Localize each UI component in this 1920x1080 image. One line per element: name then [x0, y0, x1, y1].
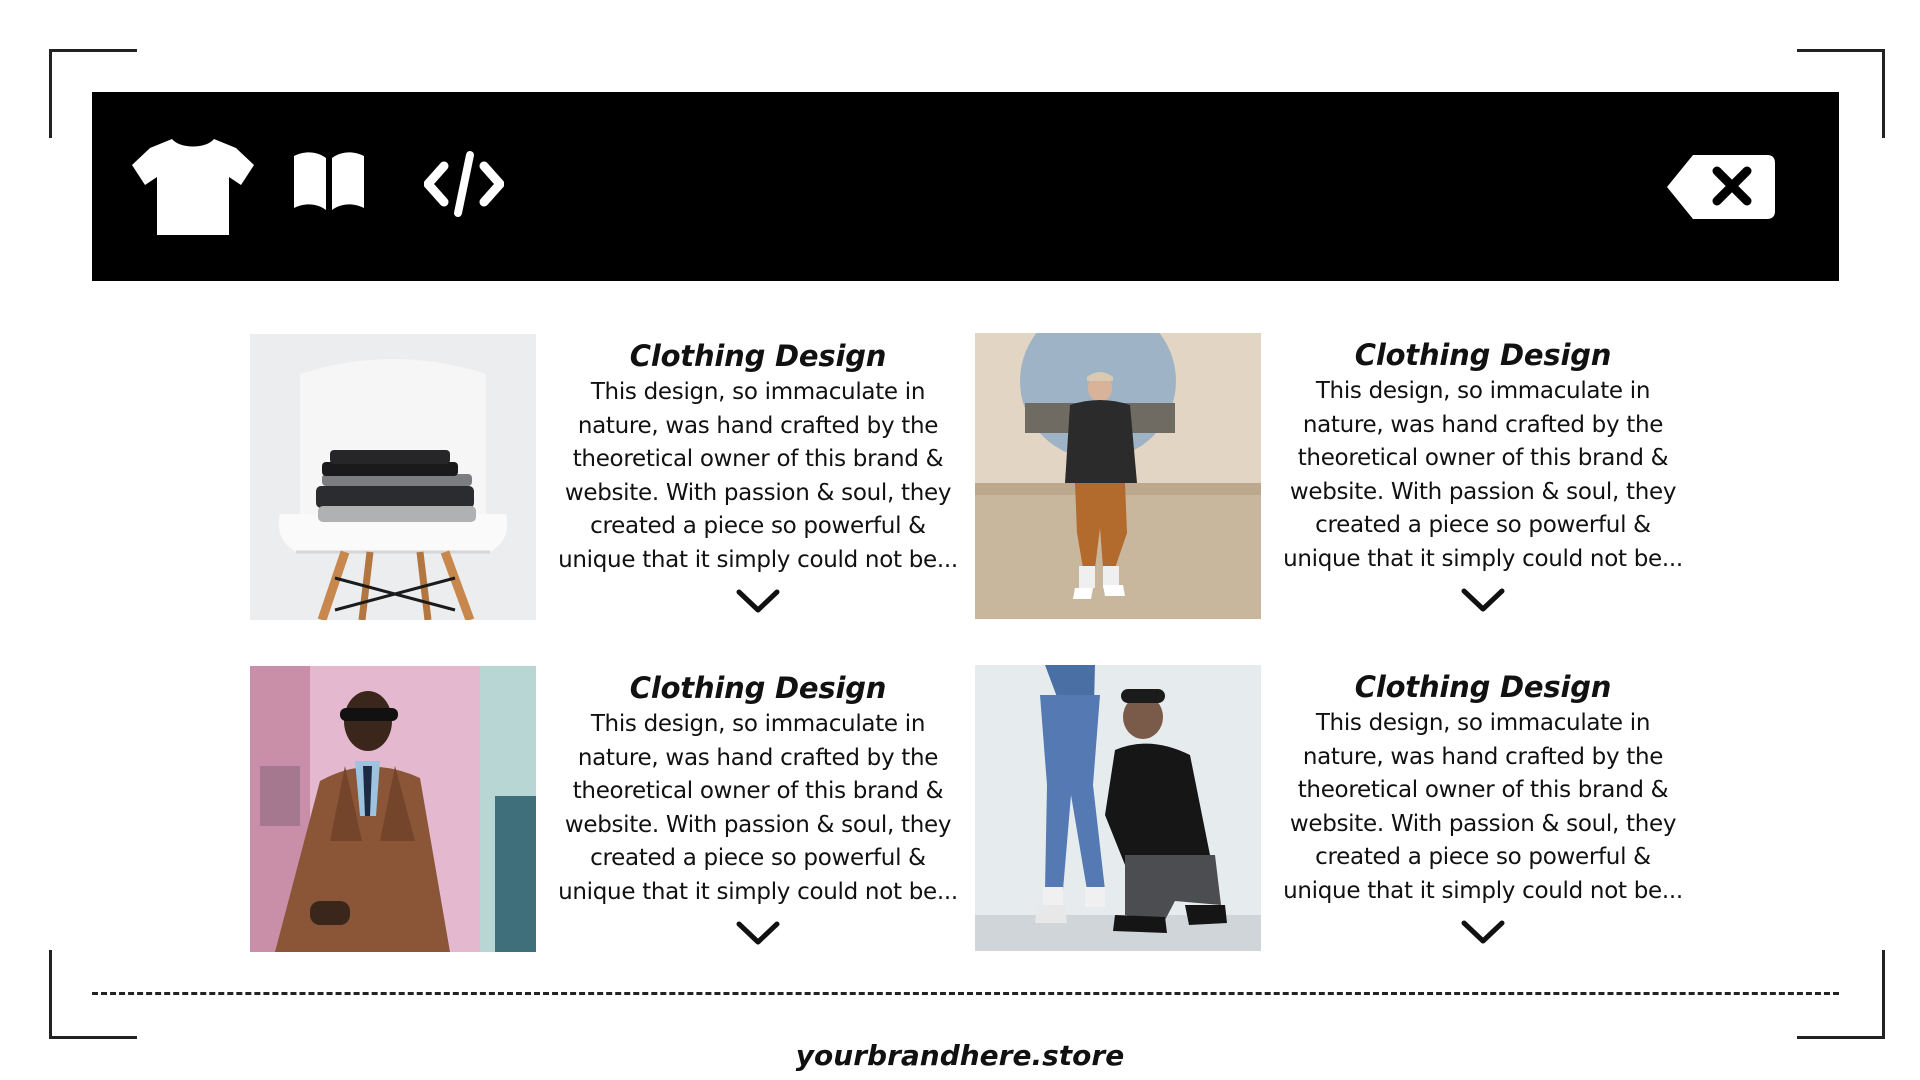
product-card: Clothing Design This design, so immacula… — [250, 666, 966, 952]
product-image[interactable] — [250, 666, 536, 952]
card-description: This design, so immaculate in nature, wa… — [558, 379, 958, 573]
top-toolbar — [92, 92, 1839, 281]
product-card: Clothing Design This design, so immacula… — [250, 334, 966, 620]
product-image[interactable] — [975, 665, 1261, 951]
chevron-down-icon[interactable] — [1460, 918, 1506, 946]
footer-site-link[interactable]: yourbrandhere.store — [0, 1038, 1920, 1074]
code-icon[interactable] — [424, 150, 504, 218]
product-card: Clothing Design This design, so immacula… — [975, 333, 1691, 619]
backspace-close-icon[interactable] — [1665, 153, 1777, 221]
chevron-down-icon[interactable] — [735, 919, 781, 947]
product-image[interactable] — [975, 333, 1261, 619]
footer-divider — [92, 992, 1839, 995]
card-description: This design, so immaculate in nature, wa… — [558, 711, 958, 905]
card-title: Clothing Design — [1354, 338, 1612, 372]
t-shirt-icon[interactable] — [132, 135, 254, 235]
card-title: Clothing Design — [629, 339, 887, 373]
card-description: This design, so immaculate in nature, wa… — [1283, 710, 1683, 904]
card-title: Clothing Design — [629, 671, 887, 705]
book-icon[interactable] — [292, 150, 366, 212]
product-image[interactable] — [250, 334, 536, 620]
product-card: Clothing Design This design, so immacula… — [975, 665, 1691, 951]
chevron-down-icon[interactable] — [1460, 586, 1506, 614]
card-title: Clothing Design — [1354, 670, 1612, 704]
card-description: This design, so immaculate in nature, wa… — [1283, 378, 1683, 572]
chevron-down-icon[interactable] — [735, 587, 781, 615]
